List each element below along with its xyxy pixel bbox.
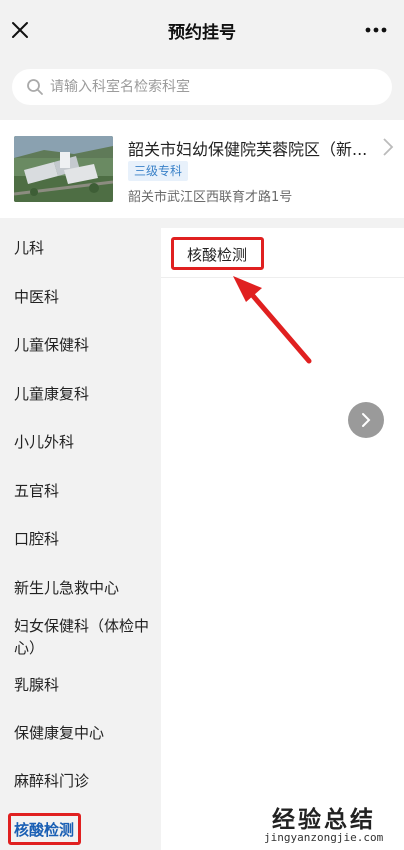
department-item[interactable]: 新生儿急救中心 [14, 577, 154, 599]
department-item[interactable]: 麻醉科门诊 [14, 770, 154, 792]
department-item[interactable]: 妇女保健科（体检中心） [14, 615, 149, 659]
search-input[interactable] [50, 79, 370, 95]
search-bar[interactable] [12, 69, 392, 105]
page-title: 预约挂号 [168, 23, 236, 43]
top-bar: 预约挂号 [0, 0, 404, 60]
sub-department-panel: 核酸检测 [161, 228, 404, 850]
more-icon [365, 27, 387, 33]
department-item[interactable]: 儿童康复科 [14, 383, 154, 405]
department-item[interactable]: 五官科 [14, 480, 154, 502]
hospital-card[interactable]: 韶关市妇幼保健院芙蓉院区（新... 三级专科 韶关市武江区西联育才路1号 [0, 120, 404, 218]
department-item[interactable]: 儿童保健科 [14, 334, 154, 356]
more-button[interactable] [362, 18, 390, 42]
search-icon [26, 77, 46, 97]
close-button[interactable] [8, 16, 32, 44]
next-button[interactable] [348, 402, 384, 438]
department-item[interactable]: 中医科 [14, 286, 154, 308]
department-item[interactable]: 保健康复中心 [14, 722, 154, 744]
department-item[interactable]: 口腔科 [14, 528, 154, 550]
hospital-level-badge: 三级专科 [128, 161, 189, 181]
sub-department-item[interactable]: 核酸检测 [161, 228, 404, 278]
hospital-name: 韶关市妇幼保健院芙蓉院区（新... [128, 140, 368, 159]
department-item[interactable]: 小儿外科 [14, 431, 154, 453]
close-icon [12, 22, 28, 38]
sub-department-label: 核酸检测 [187, 246, 248, 264]
department-item-active[interactable]: 核酸检测 [14, 819, 154, 841]
hospital-address: 韶关市武江区西联育才路1号 [128, 190, 293, 205]
hospital-image [14, 136, 113, 202]
department-item[interactable]: 儿科 [14, 237, 154, 259]
department-list: 儿科 中医科 儿童保健科 儿童康复科 小儿外科 五官科 口腔科 新生儿急救中心 … [0, 228, 161, 850]
chevron-right-icon [362, 413, 371, 427]
department-item[interactable]: 乳腺科 [14, 674, 154, 696]
chevron-right-icon [383, 138, 394, 156]
